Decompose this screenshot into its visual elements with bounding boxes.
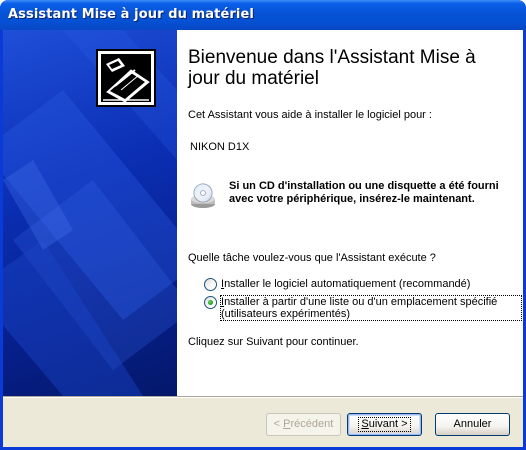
radio-install-from-list[interactable]	[204, 296, 217, 309]
cancel-button[interactable]: Annuler	[435, 413, 510, 436]
intro-text: Cet Assistant vous aide à installer le l…	[188, 109, 432, 121]
continue-hint: Cliquez sur Suivant pour continuer.	[188, 336, 359, 348]
device-name: NIKON D1X	[190, 141, 250, 153]
cd-disk-icon	[191, 183, 215, 208]
option-install-automatic-label[interactable]: Installer le logiciel automatiquement (r…	[221, 278, 521, 290]
cd-notice: Si un CD d'installation ou une disquette…	[189, 180, 519, 230]
cd-notice-text: Si un CD d'installation ou une disquette…	[229, 180, 499, 205]
radio-install-automatic[interactable]	[204, 278, 217, 291]
option-install-from-list-label[interactable]: Installer à partir d'une liste ou d'un e…	[220, 295, 522, 321]
wizard-banner	[3, 30, 177, 396]
task-question: Quelle tâche voulez-vous que l'Assistant…	[188, 252, 436, 264]
back-button[interactable]: < Précédent	[266, 413, 341, 436]
banner-graphic	[3, 30, 177, 396]
wizard-client-area: Bienvenue dans l'Assistant Mise à jour d…	[3, 30, 523, 447]
button-bar-separator	[3, 396, 523, 398]
next-button[interactable]: Suivant >	[347, 413, 422, 436]
page-title: Bienvenue dans l'Assistant Mise à jour d…	[188, 47, 476, 89]
hardware-card-icon	[96, 49, 156, 107]
wizard-content: Bienvenue dans l'Assistant Mise à jour d…	[177, 30, 523, 396]
wizard-window: Assistant Mise à jour du matériel Bienve…	[0, 0, 526, 450]
title-bar[interactable]: Assistant Mise à jour du matériel	[0, 0, 526, 30]
window-title: Assistant Mise à jour du matériel	[8, 7, 254, 22]
